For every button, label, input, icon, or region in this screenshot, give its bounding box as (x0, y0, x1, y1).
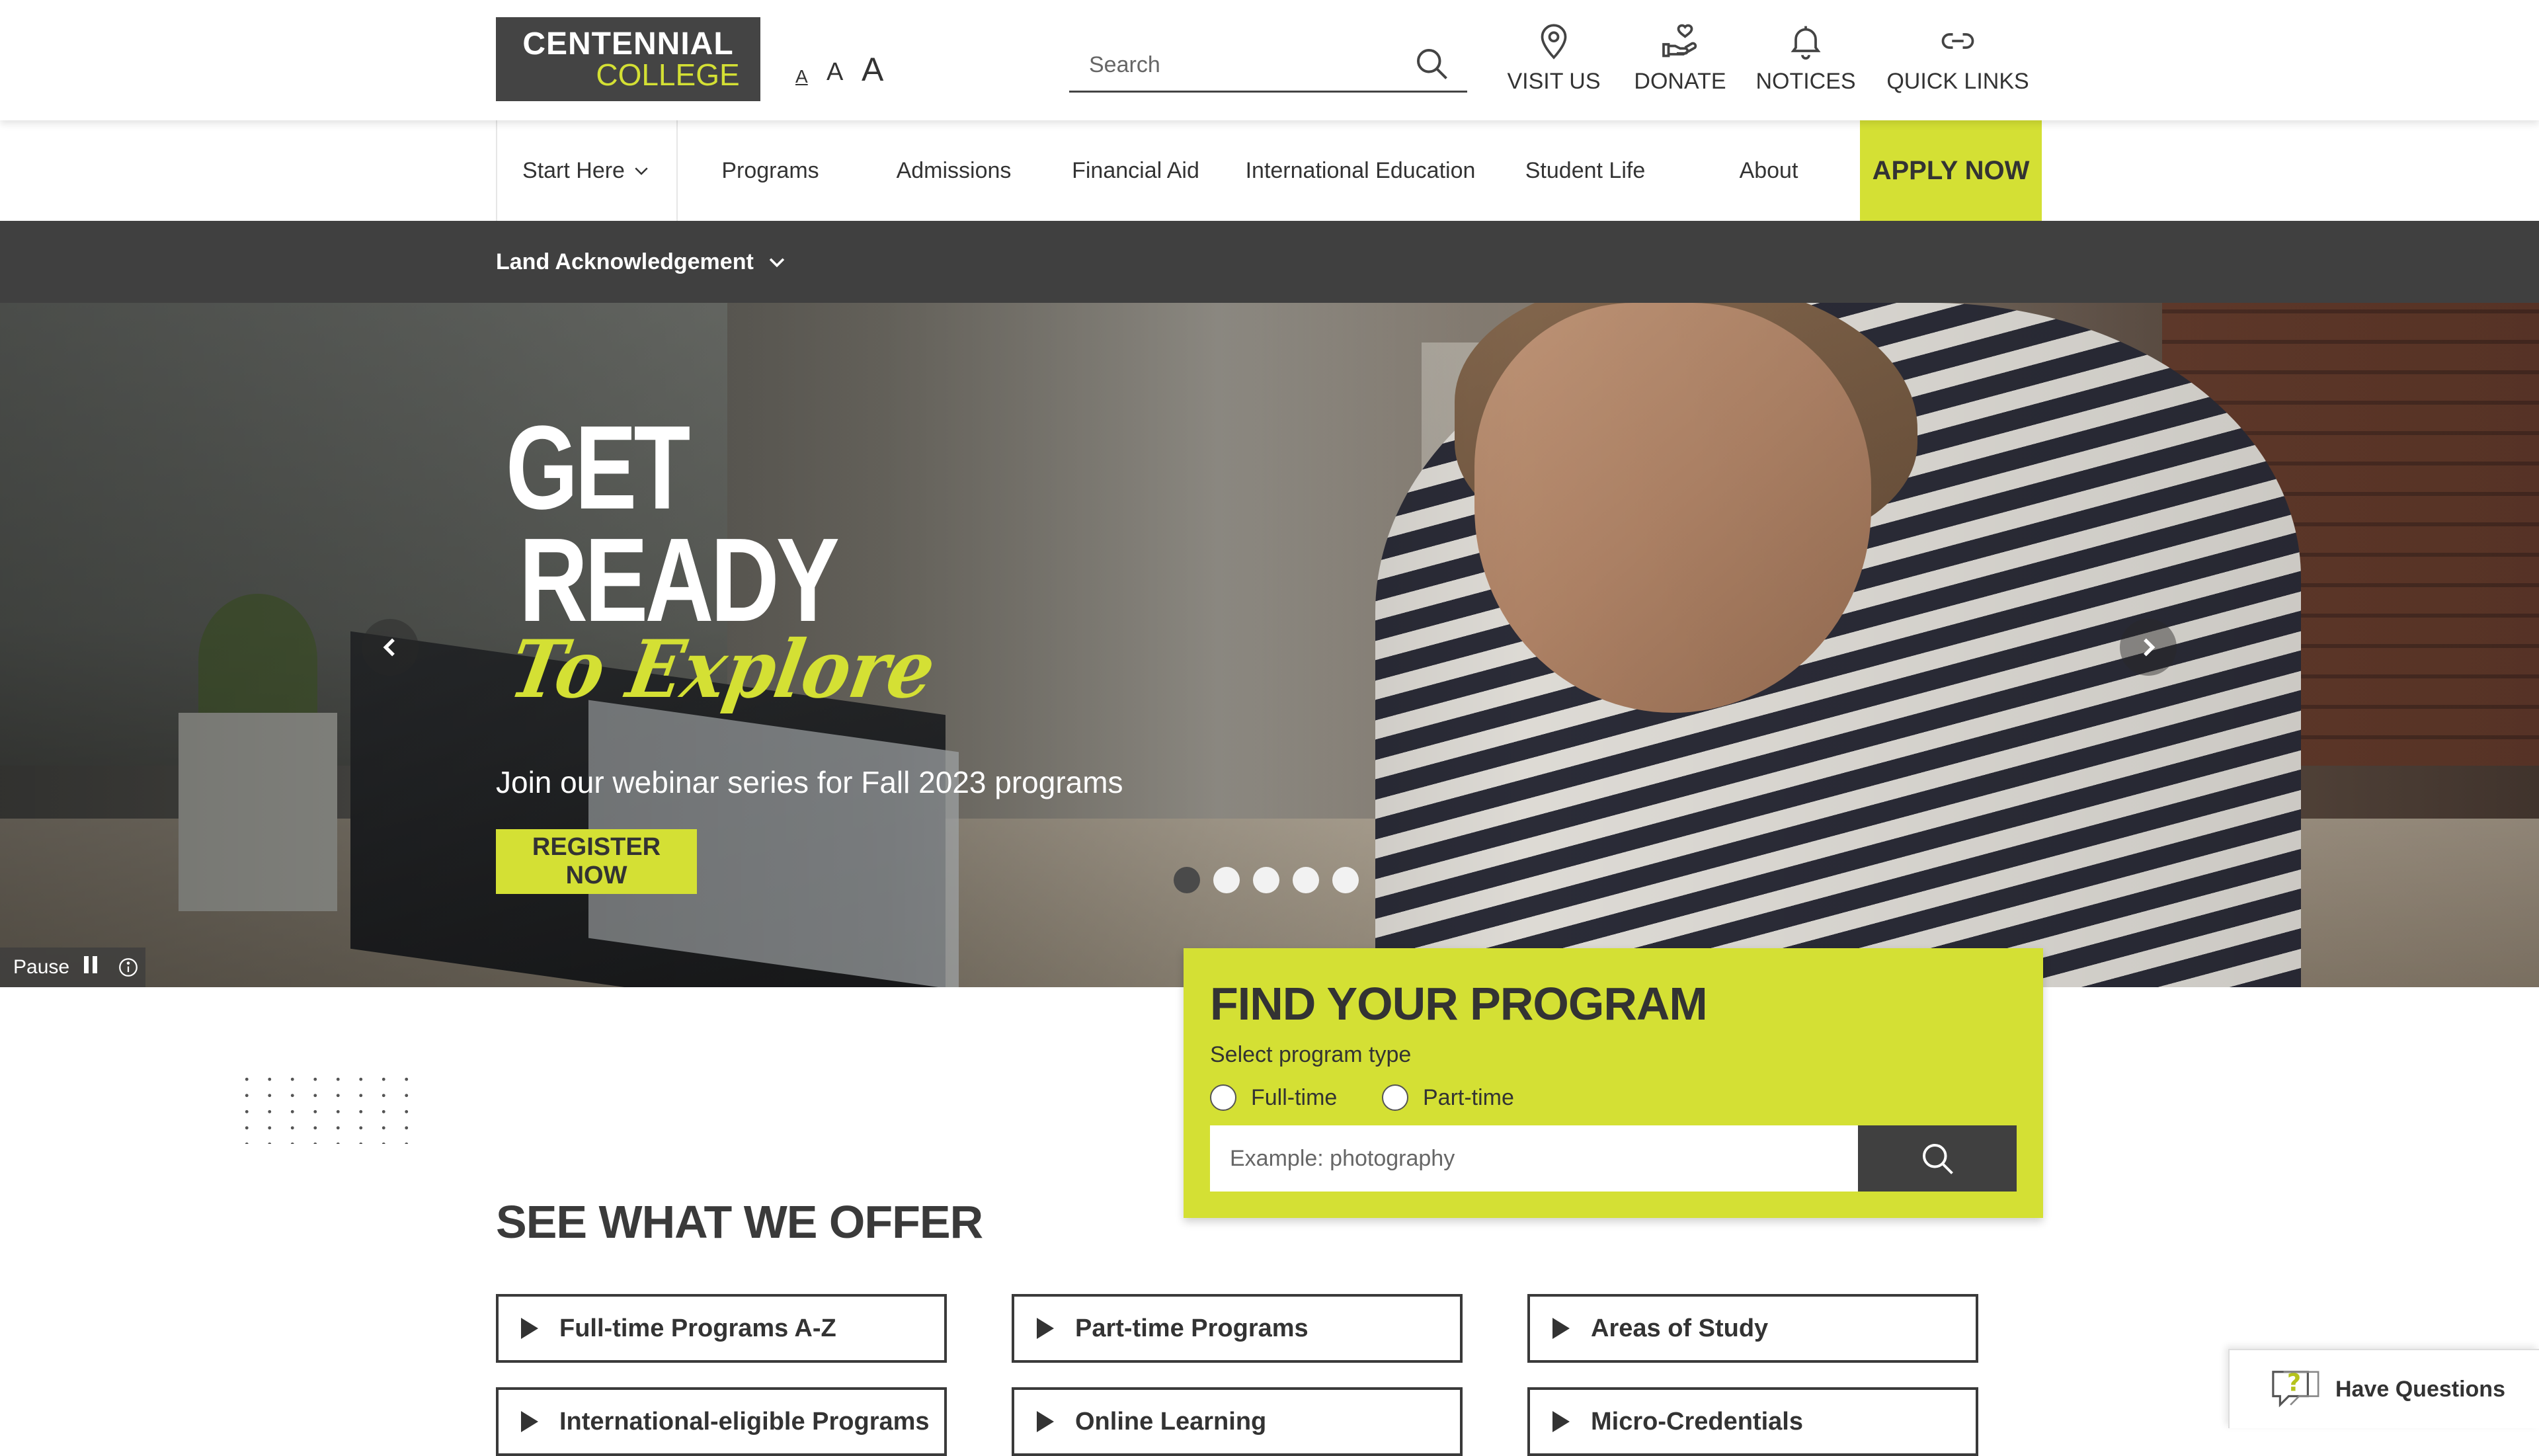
nav-about[interactable]: About (1676, 120, 1861, 221)
offer-link-micro-credentials[interactable]: Micro-Credentials (1527, 1387, 1978, 1456)
link-icon (1941, 33, 1974, 49)
carousel-controls: Pause (0, 948, 145, 987)
part-time-radio-circle[interactable] (1382, 1084, 1408, 1111)
offer-section-title: SEE WHAT WE OFFER (496, 1196, 983, 1248)
offer-link-part-time-programs[interactable]: Part-time Programs (1012, 1294, 1463, 1363)
full-time-label: Full-time (1251, 1084, 1338, 1110)
logo-line-2: COLLEGE (596, 57, 740, 92)
chevron-down-icon (635, 167, 648, 175)
carousel-dot-3[interactable] (1253, 867, 1279, 893)
offer-link-label: Full-time Programs A-Z (559, 1314, 836, 1342)
play-triangle-icon (1552, 1411, 1570, 1432)
college-logo[interactable]: CENTENNIAL COLLEGE (496, 17, 760, 101)
search-icon[interactable] (1412, 44, 1451, 83)
font-size-large-button[interactable]: A (862, 50, 883, 89)
nav-student-life[interactable]: Student Life (1494, 120, 1676, 221)
logo-line-1: CENTENNIAL (522, 26, 734, 61)
bell-icon (1791, 26, 1821, 60)
carousel-dot-5[interactable] (1332, 867, 1359, 893)
program-type-label: Select program type (1210, 1042, 1412, 1067)
offer-link-areas-of-study[interactable]: Areas of Study (1527, 1294, 1978, 1363)
hero-carousel: GET READY To Explore Join our webinar se… (0, 303, 2539, 987)
nav-start-here[interactable]: Start Here (496, 120, 678, 221)
full-time-radio[interactable]: Full-time (1210, 1084, 1337, 1111)
map-pin-icon (1541, 24, 1567, 60)
program-search-button[interactable] (1858, 1125, 2017, 1192)
visit-us-link[interactable]: VISIT US (1507, 21, 1601, 101)
land-acknowledgement-bar: Land Acknowledgement (0, 221, 2539, 303)
hero-title-ready: READY (519, 514, 840, 647)
chevron-left-icon (383, 638, 395, 657)
carousel-prev-button[interactable] (362, 619, 419, 676)
offer-link-label: Micro-Credentials (1591, 1407, 1803, 1436)
search-input[interactable] (1069, 40, 1413, 90)
hero-title: GET READY To Explore (503, 401, 942, 717)
register-now-button[interactable]: REGISTER NOW (496, 829, 697, 894)
part-time-label: Part-time (1423, 1084, 1514, 1110)
info-icon[interactable] (117, 956, 140, 979)
svg-text:?: ? (2287, 1369, 2301, 1397)
offer-link-international-eligible[interactable]: International-eligible Programs (496, 1387, 947, 1456)
visit-us-label: VISIT US (1507, 69, 1601, 94)
have-questions-label: Have Questions (2335, 1376, 2505, 1402)
chevron-right-icon (2144, 638, 2156, 657)
nav-programs[interactable]: Programs (678, 120, 863, 221)
find-program-title: FIND YOUR PROGRAM (1210, 978, 1708, 1030)
notices-label: NOTICES (1755, 69, 1856, 94)
nav-financial-aid[interactable]: Financial Aid (1045, 120, 1227, 221)
main-nav: Start Here Programs Admissions Financial… (0, 120, 2539, 221)
offer-link-label: International-eligible Programs (559, 1407, 930, 1436)
quick-links-link[interactable]: QUICK LINKS (1886, 21, 2029, 101)
pause-label: Pause (13, 956, 70, 978)
land-acknowledgement-toggle[interactable]: Land Acknowledgement (496, 241, 788, 283)
font-size-medium-button[interactable]: A (826, 58, 843, 87)
nav-admissions[interactable]: Admissions (863, 120, 1045, 221)
play-triangle-icon (521, 1411, 538, 1432)
offer-link-full-time-programs[interactable]: Full-time Programs A-Z (496, 1294, 947, 1363)
find-program-panel: FIND YOUR PROGRAM Select program type Fu… (1184, 948, 2043, 1218)
notices-link[interactable]: NOTICES (1755, 21, 1856, 101)
site-search (1069, 40, 1467, 93)
carousel-next-button[interactable] (2120, 619, 2177, 676)
question-bubble-icon: ? (2272, 1369, 2319, 1408)
program-search-input[interactable] (1210, 1125, 1858, 1192)
decorative-dot-grid (235, 1071, 427, 1144)
font-size-small-button[interactable]: A (795, 66, 808, 87)
hero-title-explore: To Explore (503, 623, 942, 716)
hero-subtitle: Join our webinar series for Fall 2023 pr… (496, 765, 1123, 799)
pause-button[interactable]: Pause (13, 956, 98, 979)
play-triangle-icon (521, 1318, 538, 1339)
carousel-dot-4[interactable] (1293, 867, 1319, 893)
pause-icon (84, 956, 98, 973)
carousel-dot-2[interactable] (1213, 867, 1240, 893)
chevron-down-icon (769, 258, 785, 268)
nav-international-education[interactable]: International Education (1227, 120, 1494, 221)
donate-label: DONATE (1634, 69, 1726, 94)
offer-link-label: Part-time Programs (1075, 1314, 1309, 1342)
hero-title-get: GET (506, 401, 690, 534)
full-time-radio-circle[interactable] (1210, 1084, 1236, 1111)
offer-link-label: Areas of Study (1591, 1314, 1769, 1342)
apply-now-button[interactable]: APPLY NOW (1860, 120, 2042, 221)
have-questions-chat-button[interactable]: ? Have Questions (2228, 1349, 2539, 1428)
nav-start-here-label: Start Here (522, 157, 625, 183)
search-icon (1923, 1144, 1953, 1174)
land-acknowledgement-label: Land Acknowledgement (496, 249, 754, 274)
play-triangle-icon (1037, 1411, 1054, 1432)
carousel-dots (1174, 867, 1359, 893)
offer-link-label: Online Learning (1075, 1407, 1267, 1436)
carousel-dot-1[interactable] (1174, 867, 1200, 893)
donate-link[interactable]: DONATE (1634, 21, 1726, 101)
top-header: CENTENNIAL COLLEGE A A A VISIT US DONATE… (0, 0, 2539, 120)
play-triangle-icon (1037, 1318, 1054, 1339)
part-time-radio[interactable]: Part-time (1382, 1084, 1514, 1111)
play-triangle-icon (1552, 1318, 1570, 1339)
quick-links-label: QUICK LINKS (1886, 69, 2029, 94)
hand-heart-icon (1662, 24, 1697, 58)
offer-link-online-learning[interactable]: Online Learning (1012, 1387, 1463, 1456)
